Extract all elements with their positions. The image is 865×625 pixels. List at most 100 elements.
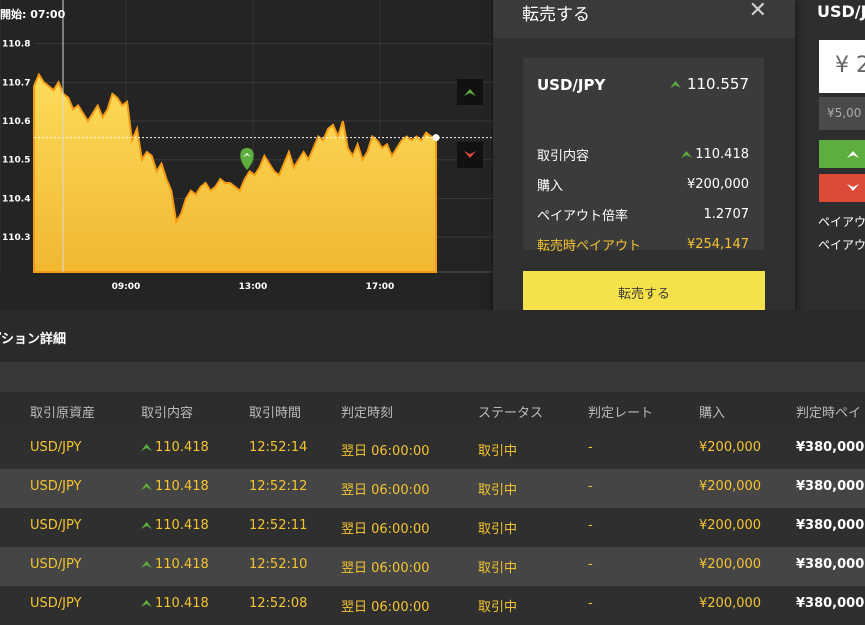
cell-asset: USD/JPY [30, 518, 82, 533]
down-arrow-icon [464, 151, 476, 158]
table-row[interactable]: USD/JPY 110.418 12:52:10 翌日 06:00:00 取引中 - ¥20… [0, 547, 865, 586]
trade-summary-card: USD/JPY 110.557 取引内容 110.418 購入 ¥200,000… [523, 58, 764, 254]
cell-purchase: ¥200,000 [699, 596, 762, 611]
payout-text-2: ペイアウ [818, 238, 865, 252]
cell-time: 12:52:14 [249, 440, 308, 455]
cell-judge-rate: - [588, 479, 593, 494]
col-payout[interactable]: 判定時ペイ [796, 402, 861, 421]
up-arrow-icon [669, 80, 681, 88]
table-row[interactable]: USD/JPY 110.418 12:52:08 翌日 06:00:00 取引中 - ¥20… [0, 586, 865, 625]
cell-judge-rate: - [588, 557, 593, 572]
high-side-button[interactable] [457, 79, 483, 105]
dialog-body: USD/JPY 110.557 取引内容 110.418 購入 ¥200,000… [493, 38, 795, 342]
chart-svg: 110.8 110.7 110.6 110.5 110.4 110.3 09:00 13:0… [0, 0, 493, 292]
cell-judge-time: 翌日 06:00:00 [341, 600, 430, 615]
low-side-button[interactable] [457, 142, 483, 168]
cell-judge-time: 翌日 06:00:00 [341, 561, 430, 576]
up-arrow-icon [141, 483, 152, 490]
amount-input[interactable]: ¥ 2 [819, 40, 865, 93]
cell-status: 取引中 [478, 600, 518, 615]
y-tick-label: 110.3 [2, 233, 30, 243]
row-value: ¥254,147 [686, 237, 749, 252]
row-value: 110.418 [681, 147, 749, 162]
col-judge-rate[interactable]: 判定レート [588, 402, 653, 421]
table-header: 取引原資産 取引内容 取引時間 判定時刻 ステータス 判定レート 購入 判定時ペ… [0, 392, 865, 430]
table-row[interactable]: USD/JPY 110.418 12:52:12 翌日 06:00:00 取引中 - ¥20… [0, 469, 865, 508]
cell-content: 110.418 [141, 479, 209, 495]
cell-time: 12:52:08 [249, 596, 308, 611]
row-purchase: 購入 ¥200,000 [537, 175, 749, 194]
payout-text-1: ペイアウ [818, 215, 865, 229]
row-label: 取引内容 [537, 149, 590, 164]
close-icon[interactable]: ✕ [749, 0, 767, 22]
cell-judge-rate: - [588, 440, 593, 455]
cell-content: 110.418 [141, 440, 209, 456]
col-time[interactable]: 取引時間 [249, 402, 301, 421]
content-value: 110.418 [155, 518, 209, 533]
up-arrow-icon [847, 151, 859, 158]
cell-asset: USD/JPY [30, 440, 82, 455]
high-button[interactable] [819, 140, 865, 168]
trade-content-value: 110.418 [695, 147, 749, 162]
down-arrow-icon [847, 184, 859, 191]
row-label: ペイアウト倍率 [537, 209, 629, 224]
cell-time: 12:52:11 [249, 518, 308, 533]
content-value: 110.418 [155, 479, 209, 494]
col-content[interactable]: 取引内容 [141, 402, 193, 421]
col-purchase[interactable]: 購入 [699, 402, 725, 421]
low-button[interactable] [819, 174, 865, 202]
row-label: 転売時ペイアウト [537, 239, 642, 254]
up-arrow-icon [141, 444, 152, 451]
price-area [33, 72, 437, 273]
cell-status: 取引中 [478, 522, 518, 537]
cell-judge-rate: - [588, 518, 593, 533]
table-row[interactable]: USD/JPY 110.418 12:52:11 翌日 06:00:00 取引中 - ¥20… [0, 508, 865, 547]
y-tick-label: 110.4 [2, 194, 30, 204]
content-value: 110.418 [155, 440, 209, 455]
row-label: 購入 [537, 179, 564, 194]
up-arrow-icon [141, 600, 152, 607]
cell-content: 110.418 [141, 557, 209, 573]
x-tick-label: 09:00 [112, 282, 141, 292]
up-arrow-icon [141, 522, 152, 529]
filter-bar [0, 362, 865, 392]
cell-time: 12:52:12 [249, 479, 308, 494]
order-panel: USD/JPY ¥ 2 ¥5,00 ペイアウ ペイアウ [805, 0, 865, 310]
dialog-title: 転売する [522, 5, 590, 25]
chart-start-label: 開始: 07:00 [0, 8, 66, 21]
cell-asset: USD/JPY [30, 596, 82, 611]
col-judge-time[interactable]: 判定時刻 [341, 402, 393, 421]
y-tick-label: 110.7 [2, 78, 30, 88]
row-trade-content: 取引内容 110.418 [537, 145, 749, 164]
y-tick-label: 110.6 [2, 117, 30, 127]
current-rate-dot [432, 134, 440, 142]
price-chart: 110.8 110.7 110.6 110.5 110.4 110.3 09:00 13:0… [0, 0, 493, 310]
cell-asset: USD/JPY [30, 557, 82, 572]
content-value: 110.418 [155, 596, 209, 611]
cell-content: 110.418 [141, 596, 209, 612]
cell-payout: ¥380,000 [796, 479, 865, 494]
details-header: プション詳細 [0, 310, 865, 362]
cell-payout: ¥380,000 [796, 557, 865, 572]
row-value: ¥200,000 [686, 177, 749, 192]
dialog-pair: USD/JPY [537, 76, 606, 94]
cell-time: 12:52:10 [249, 557, 308, 572]
cell-payout: ¥380,000 [796, 440, 865, 455]
y-tick-label: 110.8 [2, 40, 30, 50]
y-tick-label: 110.5 [2, 156, 30, 166]
up-arrow-icon [681, 151, 693, 158]
cell-payout: ¥380,000 [796, 518, 865, 533]
table-row[interactable]: USD/JPY 110.418 12:52:14 翌日 06:00:00 取引中 - ¥20… [0, 430, 865, 469]
cell-payout: ¥380,000 [796, 596, 865, 611]
cell-purchase: ¥200,000 [699, 479, 762, 494]
x-tick-label: 13:00 [239, 282, 268, 292]
col-status[interactable]: ステータス [478, 402, 543, 421]
cell-judge-rate: - [588, 596, 593, 611]
sell-dialog: 転売する ✕ USD/JPY 110.557 取引内容 110.418 購入 ¥… [493, 0, 795, 342]
x-tick-label: 17:00 [366, 282, 395, 292]
col-asset[interactable]: 取引原資産 [30, 402, 95, 421]
cell-content: 110.418 [141, 518, 209, 534]
cell-asset: USD/JPY [30, 479, 82, 494]
cell-status: 取引中 [478, 561, 518, 576]
amount-chip[interactable]: ¥5,00 [819, 97, 865, 130]
